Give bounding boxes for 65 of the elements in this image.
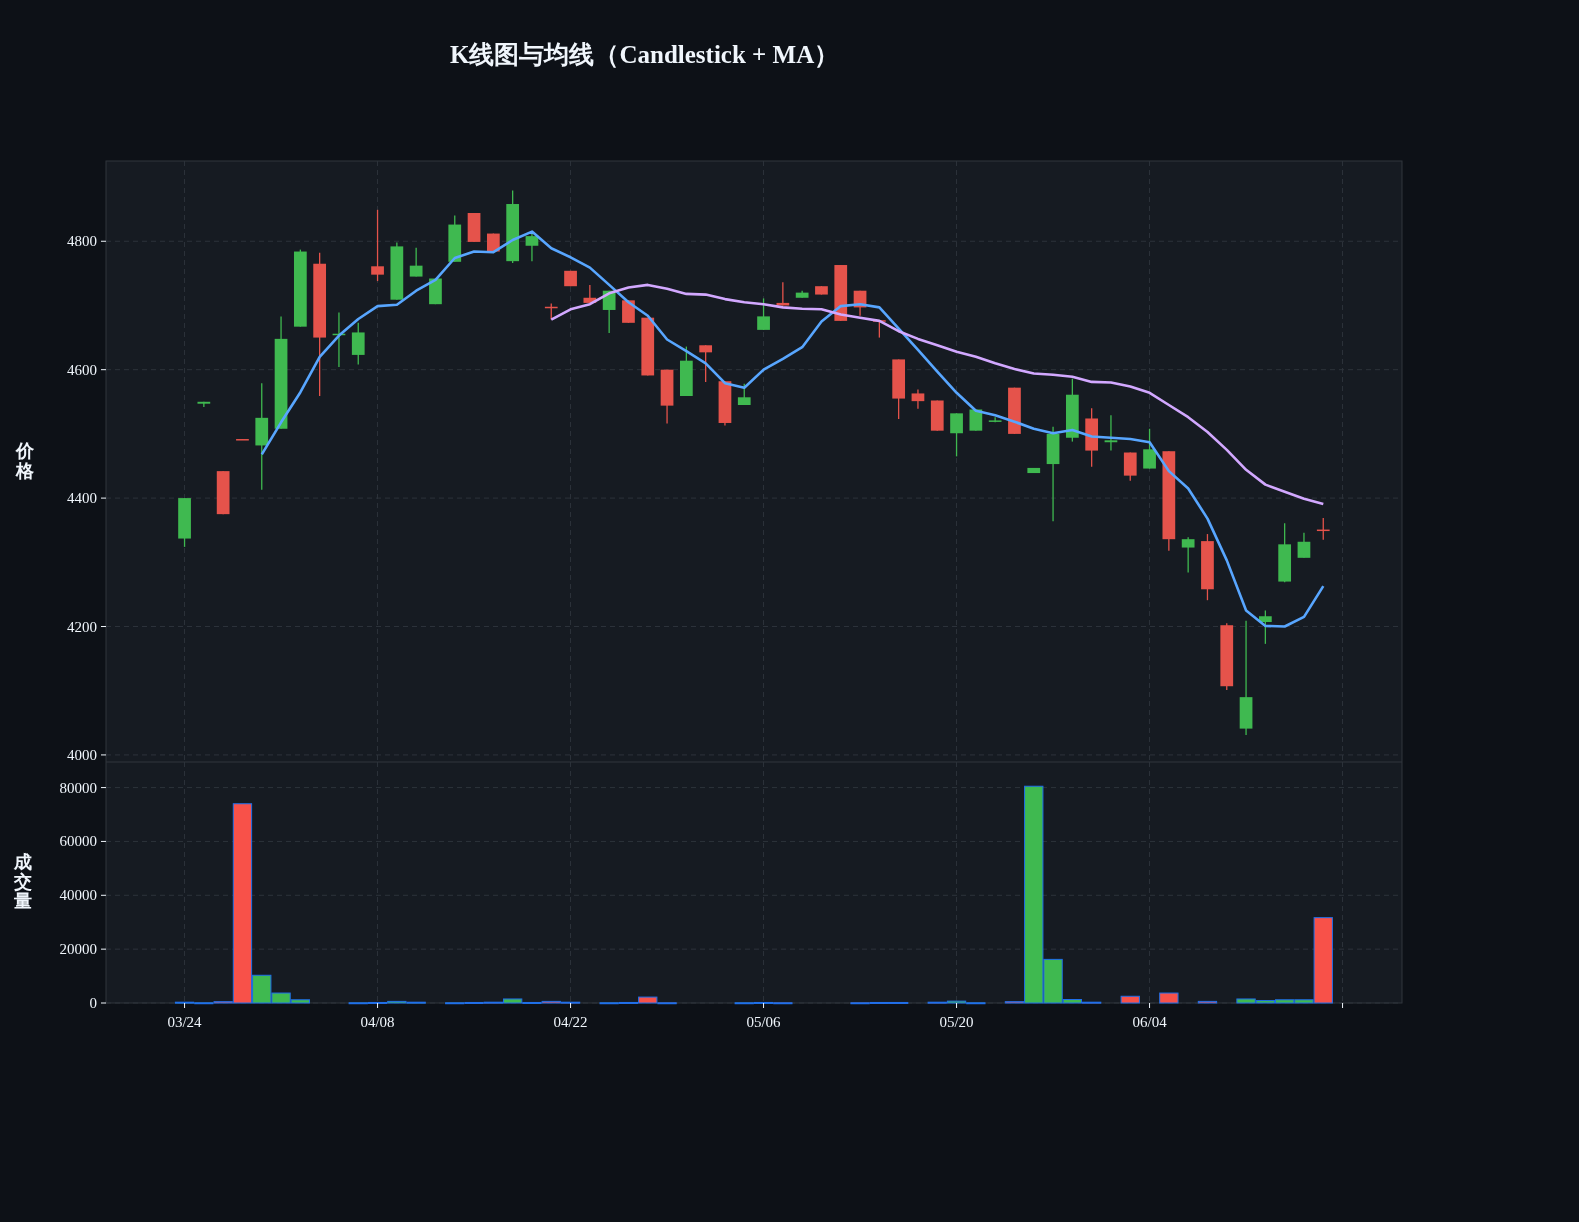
- axis-tick-label: 04/08: [360, 1014, 395, 1030]
- axis-label: 成交量: [14, 852, 32, 913]
- volume-bar: [1197, 1000, 1218, 1004]
- axis-tick-label: 05/20: [939, 1014, 974, 1030]
- candlestick: [1123, 451, 1137, 482]
- candlestick: [950, 412, 963, 457]
- candlestick: [525, 232, 539, 262]
- candlestick: [1008, 387, 1021, 435]
- axis-tick-label: 4200: [67, 618, 97, 635]
- axis-tick-label: 20000: [59, 941, 97, 958]
- candlestick: [351, 322, 365, 366]
- axis-label: 价格: [16, 441, 34, 482]
- candlestick: [1278, 522, 1292, 583]
- candlestick: [988, 416, 1002, 423]
- volume-bar: [1159, 992, 1179, 1004]
- candlestick: [409, 247, 423, 278]
- candlestick: [1104, 414, 1118, 452]
- candlestick: [873, 319, 886, 339]
- axis-tick-label: 0: [89, 995, 97, 1011]
- candlestick: [795, 290, 809, 299]
- axis-tick-label: 60000: [59, 833, 97, 850]
- candlestick: [448, 214, 462, 263]
- axis-tick-label: 4000: [67, 746, 97, 762]
- candlestick: [757, 297, 770, 331]
- candlestick: [969, 408, 983, 432]
- axis-tick-label: 4800: [67, 233, 97, 250]
- candlestick: [390, 241, 404, 301]
- candlestick: [815, 285, 828, 296]
- candlestick: [1316, 517, 1330, 541]
- axis-tick-label: 03/24: [167, 1014, 202, 1030]
- axis-tick-label: 4400: [67, 490, 97, 507]
- candlestick: [892, 358, 905, 420]
- candlestick: [622, 299, 635, 324]
- candlestick: [680, 345, 693, 397]
- candlestick: [660, 369, 674, 425]
- candlestick: [1297, 532, 1311, 559]
- candlestick: [776, 281, 790, 307]
- candlestick: [1066, 378, 1079, 443]
- axis-tick-label: 4600: [67, 361, 97, 378]
- candlestick: [602, 290, 616, 334]
- chart-title: K线图与均线（Candlestick + MA）: [450, 40, 840, 70]
- volume-bar: [1120, 995, 1140, 1004]
- candlestick: [197, 401, 211, 408]
- candlestick: [1181, 536, 1195, 574]
- axis-tick-label: 04/22: [553, 1014, 588, 1030]
- candlestick: [236, 438, 249, 441]
- axis-tick-label: 80000: [59, 779, 97, 796]
- axis-tick-label: 06/04: [1132, 1014, 1167, 1030]
- candlestick: [332, 311, 346, 368]
- candlestick: [1027, 467, 1041, 474]
- candlestick: [583, 284, 597, 304]
- candlestick: [737, 383, 751, 406]
- candlestick: [911, 388, 925, 410]
- candlestick: [641, 317, 655, 377]
- axis-tick-label: 40000: [59, 887, 97, 904]
- candlestick: [178, 497, 191, 548]
- candlestick: [544, 302, 558, 321]
- candlestick: [1220, 622, 1234, 691]
- candlestick: [1259, 609, 1272, 645]
- candlestick: [1201, 533, 1214, 601]
- candlestick: [1143, 428, 1156, 470]
- axis-tick-label: 05/06: [746, 1014, 781, 1030]
- candlestick: [699, 344, 712, 383]
- candlestick: [853, 290, 867, 317]
- candlestick: [1085, 407, 1099, 468]
